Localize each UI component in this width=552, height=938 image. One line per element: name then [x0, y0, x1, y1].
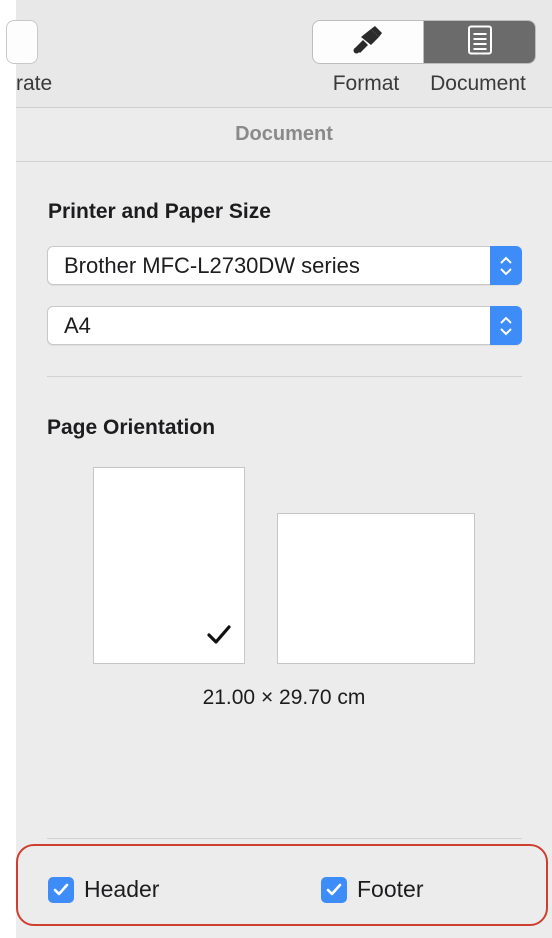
- highlight-annotation: [16, 844, 548, 926]
- document-button[interactable]: [424, 21, 535, 63]
- toolbar-partial-label: rate: [16, 72, 53, 95]
- document-label: Document: [430, 72, 526, 95]
- left-edge: [0, 0, 16, 938]
- orientation-section-title: Page Orientation: [47, 416, 216, 439]
- printer-popup[interactable]: Brother MFC-L2730DW series: [47, 246, 522, 285]
- portrait-orientation-option[interactable]: [93, 467, 245, 664]
- chevron-updown-icon: [490, 306, 522, 345]
- tab-document[interactable]: Document: [16, 108, 552, 162]
- format-button[interactable]: [313, 21, 424, 63]
- inspector-segmented-control: [312, 20, 536, 64]
- landscape-orientation-option[interactable]: [277, 513, 475, 664]
- paper-dimensions: 21.00 × 29.70 cm: [202, 686, 366, 709]
- paper-size-popup[interactable]: A4: [47, 306, 522, 345]
- format-label: Format: [332, 72, 400, 95]
- checkmark-icon: [206, 624, 232, 651]
- toolbar-partial-button[interactable]: [6, 20, 38, 64]
- paper-size-popup-value: A4: [64, 313, 91, 338]
- chevron-updown-icon: [490, 246, 522, 285]
- paintbrush-icon: [351, 25, 385, 60]
- printer-section-title: Printer and Paper Size: [48, 200, 271, 223]
- section-divider: [47, 838, 522, 839]
- document-icon: [467, 25, 493, 60]
- section-divider: [47, 376, 522, 377]
- toolbar: rate Format Document: [6, 0, 552, 108]
- document-inspector-panel: Document Printer and Paper Size Brother …: [16, 108, 552, 938]
- printer-popup-value: Brother MFC-L2730DW series: [64, 253, 360, 278]
